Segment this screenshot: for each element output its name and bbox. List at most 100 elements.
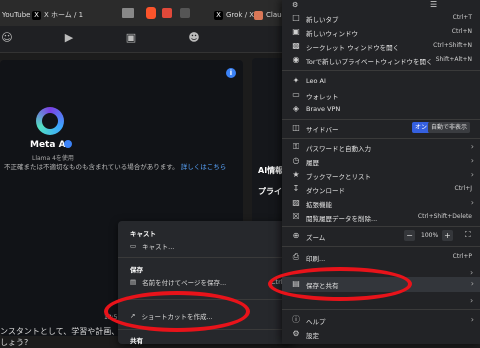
tab-grok[interactable]: X Grok / X <box>214 7 254 23</box>
menu-item-label: 新しいウィンドウ <box>306 30 358 38</box>
menu-divider <box>282 246 480 247</box>
menu-item-passwords[interactable]: ⚿ パスワードと自動入力 › <box>282 140 480 154</box>
x-icon: X <box>32 10 41 20</box>
menu-divider <box>282 309 480 310</box>
menu-item-label: 拡張機能 <box>306 201 332 209</box>
menu-divider <box>282 138 480 139</box>
menu-divider <box>282 70 480 71</box>
menu-item-leo-ai[interactable]: ✦ Leo AI <box>282 74 480 88</box>
menu-item-label: Brave VPN <box>306 105 341 113</box>
private-window-icon: ▩ <box>292 41 300 50</box>
cast-menu-item[interactable]: ▭ キャスト... <box>130 240 174 252</box>
chevron-right-icon: › <box>470 198 474 207</box>
zoom-out-button[interactable]: − <box>404 230 415 241</box>
marketplace-icon[interactable]: ▣ <box>124 31 138 45</box>
fullscreen-icon[interactable]: ⛶ <box>465 230 471 240</box>
extensions-puzzle-icon[interactable]: ⚙ <box>292 1 298 9</box>
groups-icon[interactable]: ☻ <box>187 31 201 45</box>
x-icon: X <box>214 10 223 20</box>
brave-rewards-icon[interactable] <box>162 8 172 18</box>
zoom-icon: ⊕ <box>292 231 300 240</box>
menu-item-clear-data[interactable]: ☒ 閲覧履歴データを削除... Ctrl+Shift+Delete <box>282 210 480 224</box>
tor-icon: ◉ <box>292 55 300 64</box>
hamburger-menu-icon[interactable]: ☰ <box>430 0 437 9</box>
chevron-right-icon: › <box>470 268 474 277</box>
claude-icon <box>254 10 263 20</box>
tab-youtube[interactable]: YouTube <box>2 7 30 23</box>
verified-icon <box>64 140 72 148</box>
menu-item-print[interactable]: ⎙ 印刷... Ctrl+P <box>282 250 480 264</box>
menu-item-settings[interactable]: ⚙ 設定 <box>282 327 480 341</box>
meta-ai-warning: 不正確または不適切なものも含まれている場合があります。 詳しくはこちら <box>4 161 226 171</box>
menu-item-label: ズーム <box>306 234 326 242</box>
tab-youtube-label: YouTube <box>2 11 31 19</box>
menu-item-label: 新しいタブ <box>306 16 339 24</box>
menu-item-zoom: ⊕ ズーム − 100% + ⛶ <box>282 229 480 243</box>
meta-ai-title: Meta AI <box>30 140 69 150</box>
video-icon[interactable]: ▶ <box>62 31 76 45</box>
tab-grok-label: Grok / X <box>226 11 255 19</box>
save-page-as-item[interactable]: ▤ 名前を付けてページを保存... Ctrl+ <box>130 276 288 288</box>
cast-icon: ▭ <box>130 242 137 250</box>
menu-item-label: ダウンロード <box>306 187 345 195</box>
brave-shield-icon[interactable] <box>146 7 156 19</box>
highlight-oval-save-share <box>268 267 412 301</box>
sidebar-icon: ◫ <box>292 123 300 132</box>
wallet-icon: ▭ <box>292 90 300 99</box>
zoom-level: 100% <box>421 232 439 239</box>
settings-icon: ⚙ <box>292 329 300 338</box>
menu-item-label: 履歴 <box>306 159 319 167</box>
divider <box>118 257 294 258</box>
menu-item-vpn[interactable]: ◈ Brave VPN <box>282 102 480 116</box>
menu-item-new-window[interactable]: ▣ 新しいウィンドウ Ctrl+N <box>282 25 480 39</box>
people-icon[interactable]: ☺ <box>0 31 14 45</box>
chevron-right-icon: › <box>470 156 474 165</box>
menu-item-bookmarks[interactable]: ★ ブックマークとリスト › <box>282 168 480 182</box>
menu-divider <box>282 119 480 120</box>
menu-item-shortcut: Ctrl+J <box>454 185 472 192</box>
tab-x-home-label: X ホーム / 1 <box>44 11 84 19</box>
menu-item-label: サイドバー <box>306 126 339 134</box>
chevron-right-icon: › <box>470 142 474 151</box>
extensions-icon: ▨ <box>292 198 300 207</box>
side-panel-heading: AI情報 <box>258 166 284 175</box>
extension-icon[interactable] <box>180 8 190 18</box>
history-icon: ◷ <box>292 156 300 165</box>
key-icon: ⚿ <box>292 142 300 151</box>
menu-item-wallet[interactable]: ▭ ウォレット <box>282 88 480 102</box>
zoom-in-button[interactable]: + <box>442 230 453 241</box>
menu-item-shortcut: Ctrl+Shift+N <box>433 42 472 49</box>
menu-item-shortcut: Ctrl+Shift+Delete <box>417 213 472 220</box>
new-tab-icon: □ <box>292 13 300 22</box>
chevron-right-icon: › <box>470 279 474 288</box>
bookmark-icon: ★ <box>292 170 300 179</box>
sidebar-toggle-auto-hide[interactable]: 自動で非表示 <box>428 122 471 133</box>
warning-text: 不正確または不適切なものも含まれている場合があります。 <box>4 163 179 171</box>
menu-divider <box>282 226 480 227</box>
menu-item-tor-window[interactable]: ◉ Torで新しいプライベートウィンドウを開く Shift+Alt+N <box>282 53 480 67</box>
menu-item-shortcut: Ctrl+T <box>452 14 472 21</box>
help-icon: ⓘ <box>292 315 300 324</box>
menu-item-extensions[interactable]: ▨ 拡張機能 › <box>282 196 480 210</box>
info-icon[interactable]: i <box>226 68 236 78</box>
save-file-icon: ▤ <box>130 278 137 286</box>
highlight-oval-create-shortcut <box>104 291 250 332</box>
menu-item-new-tab[interactable]: □ 新しいタブ Ctrl+T <box>282 11 480 25</box>
cast-header: キャスト <box>130 230 156 238</box>
menu-item-private-window[interactable]: ▩ シークレット ウィンドウを開く Ctrl+Shift+N <box>282 39 480 53</box>
menu-top-toolbar: ⚙ ☰ <box>282 0 480 10</box>
menu-item-label: 閲覧履歴データを削除... <box>306 215 378 223</box>
menu-item-shortcut: Ctrl+N <box>451 28 472 35</box>
new-window-icon: ▣ <box>292 27 300 36</box>
menu-item-history[interactable]: ◷ 履歴 › <box>282 154 480 168</box>
menu-item-label: Leo AI <box>306 77 326 85</box>
menu-item-label: 設定 <box>306 332 319 340</box>
menu-item-label: ブックマークとリスト <box>306 173 371 181</box>
learn-more-link[interactable]: 詳しくはこちら <box>181 163 227 171</box>
save-header: 保存 <box>130 266 143 274</box>
tab-x-home[interactable]: X X ホーム / 1 <box>32 7 83 23</box>
window-icon[interactable] <box>122 8 134 18</box>
meta-ai-logo-center <box>42 113 58 129</box>
menu-item-help[interactable]: ⓘ ヘルプ › <box>282 313 480 327</box>
menu-item-downloads[interactable]: ↧ ダウンロード Ctrl+J <box>282 182 480 196</box>
